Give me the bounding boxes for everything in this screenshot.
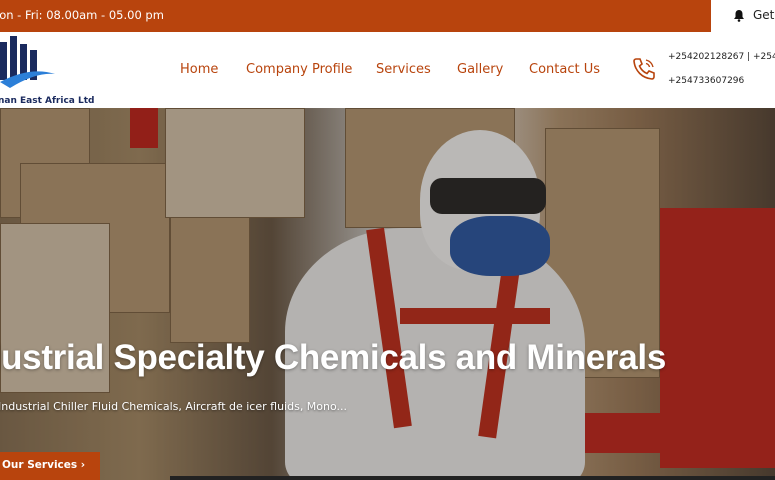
nav-contact-us[interactable]: Contact Us — [529, 62, 600, 77]
phone-numbers-primary[interactable]: +254202128267 | +25420 — [668, 52, 775, 62]
hero-overlay — [0, 108, 775, 480]
business-hours: ion - Fri: 08.00am - 05.00 pm — [0, 8, 164, 22]
logo-icon[interactable] — [0, 36, 60, 88]
slider-progress-strip — [170, 476, 775, 480]
our-services-button[interactable]: Our Services › — [0, 452, 100, 480]
bell-icon — [734, 10, 744, 22]
get-quote-button[interactable]: Get — [711, 0, 775, 32]
hero-title: dustrial Specialty Chemicals and Mineral… — [0, 338, 667, 377]
get-label: Get — [753, 8, 775, 22]
nav-gallery[interactable]: Gallery — [457, 62, 503, 77]
logo-text: nan East Africa Ltd — [0, 96, 95, 106]
nav-home[interactable]: Home — [180, 62, 218, 77]
hero-subtitle: Industrial Chiller Fluid Chemicals, Airc… — [0, 400, 348, 413]
top-bar: ion - Fri: 08.00am - 05.00 pm Get — [0, 0, 775, 32]
hero-banner: dustrial Specialty Chemicals and Mineral… — [0, 108, 775, 480]
site-header: nan East Africa Ltd Home Company Profile… — [0, 32, 775, 108]
nav-company-profile[interactable]: Company Profile — [246, 62, 352, 77]
phone-icon — [633, 58, 655, 80]
phone-number-secondary[interactable]: +254733607296 — [668, 76, 744, 86]
nav-services[interactable]: Services — [376, 62, 431, 77]
